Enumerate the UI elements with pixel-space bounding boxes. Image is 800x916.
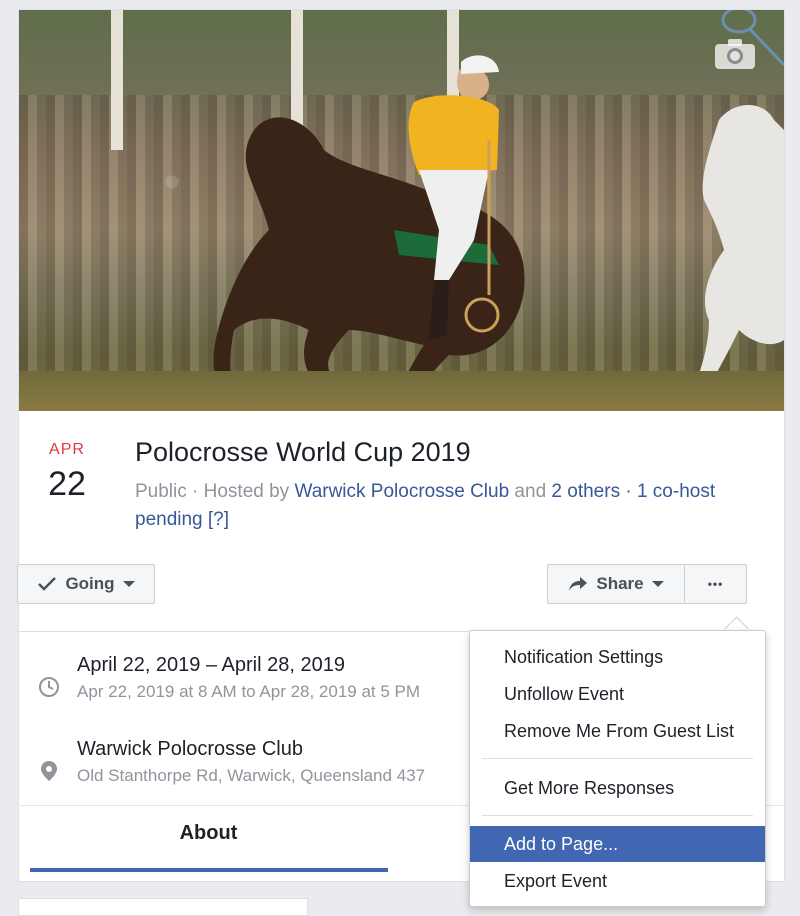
more-dots-icon: ••• [707, 577, 724, 591]
location-address: Old Stanthorpe Rd, Warwick, Queensland 4… [77, 766, 426, 785]
event-date-range: April 22, 2019 – April 28, 2019 [77, 654, 345, 676]
share-label: Share [596, 574, 644, 593]
menu-divider [482, 758, 753, 759]
chevron-down-icon [122, 581, 135, 587]
event-privacy-text: Public · Hosted by [135, 481, 295, 502]
tab-about-underline [30, 868, 388, 872]
menu-item-add-to-page[interactable]: Add to Page... [470, 826, 765, 862]
menu-item-export-event[interactable]: Export Event [470, 863, 765, 899]
and-text: and [509, 481, 552, 502]
menu-item-get-more-responses[interactable]: Get More Responses [470, 770, 765, 806]
event-date-times: Apr 22, 2019 at 8 AM to Apr 28, 2019 at … [77, 682, 421, 701]
share-arrow-icon [569, 577, 588, 591]
menu-item-unfollow-event[interactable]: Unfollow Event [470, 676, 765, 712]
event-title: Polocrosse World Cup 2019 [135, 437, 471, 467]
others-link[interactable]: 2 others [551, 481, 620, 502]
next-card-edge [18, 898, 308, 916]
more-options-button[interactable]: ••• [684, 564, 747, 604]
menu-item-remove-me[interactable]: Remove Me From Guest List [470, 713, 765, 749]
going-button[interactable]: Going [17, 564, 155, 604]
event-month: APR [49, 441, 85, 458]
event-location-row: Warwick Polocrosse Club Old Stanthorpe R… [18, 738, 518, 798]
menu-item-notification-settings[interactable]: Notification Settings [470, 639, 765, 675]
cover-horse-graphic [213, 10, 784, 406]
camera-icon[interactable] [714, 38, 756, 70]
checkmark-icon [38, 577, 57, 591]
host-link[interactable]: Warwick Polocrosse Club [294, 481, 509, 502]
going-label: Going [65, 574, 115, 593]
location-name[interactable]: Warwick Polocrosse Club [77, 738, 303, 761]
clock-icon [39, 677, 59, 697]
cover-photo[interactable] [19, 10, 784, 411]
event-date-row: April 22, 2019 – April 28, 2019 Apr 22, … [18, 654, 518, 714]
event-subtitle: Public · Hosted by Warwick Polocrosse Cl… [135, 478, 735, 534]
menu-divider [482, 815, 753, 816]
tab-about[interactable]: About [30, 822, 387, 845]
cover-ground [19, 371, 784, 411]
more-options-menu: Notification Settings Unfollow Event Rem… [469, 630, 766, 907]
event-date-box: APR 22 [30, 441, 104, 504]
share-button[interactable]: Share [547, 564, 685, 604]
chevron-down-icon [651, 581, 664, 587]
event-day: 22 [48, 465, 86, 503]
map-pin-icon [41, 761, 57, 781]
